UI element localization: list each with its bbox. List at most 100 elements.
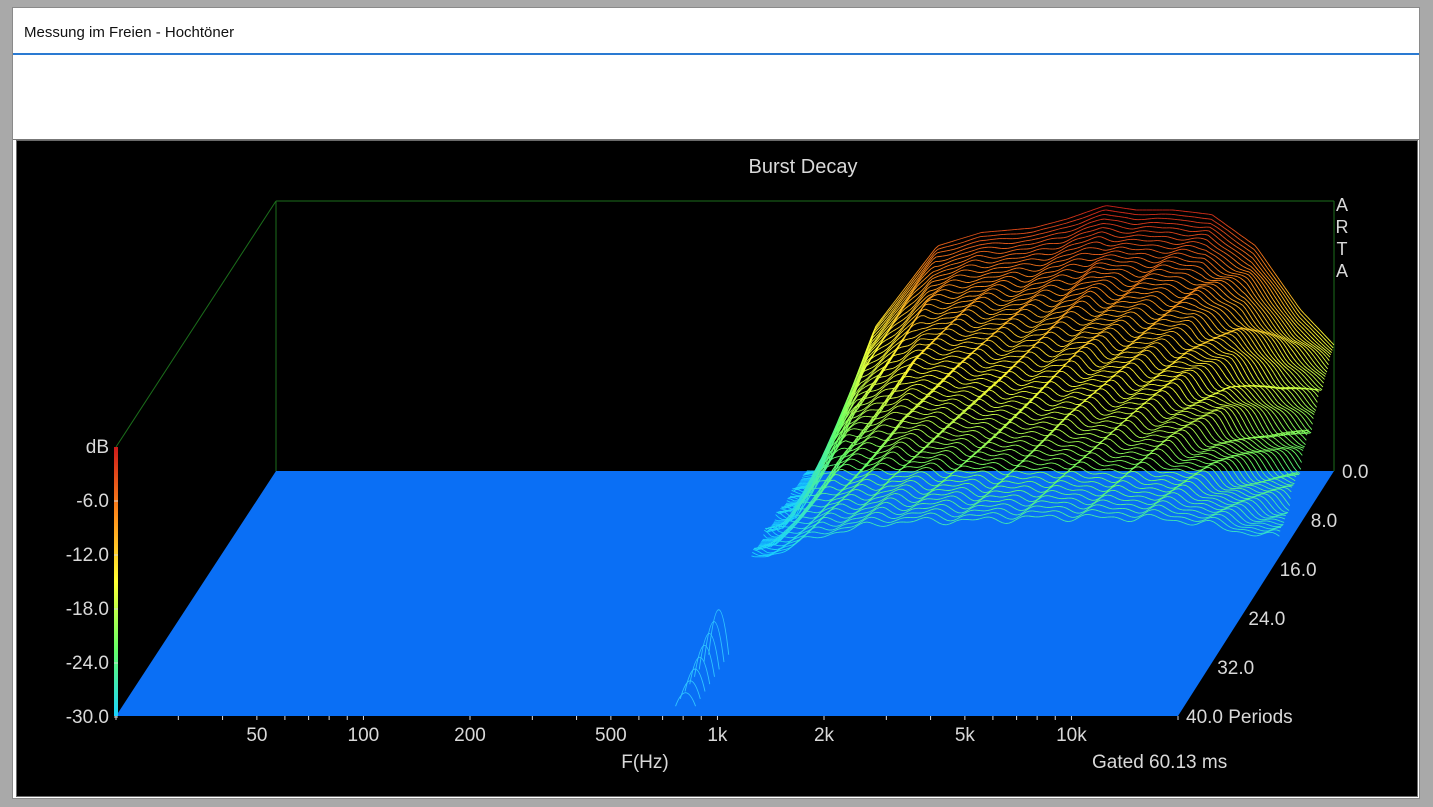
waterfall-slice-segment <box>1267 284 1272 291</box>
waterfall-slice-segment <box>1179 335 1184 340</box>
waterfall-slice-segment <box>860 391 865 395</box>
waterfall-slice-segment <box>965 247 970 250</box>
waterfall-slice-segment <box>987 298 992 301</box>
waterfall-slice-segment <box>1144 235 1149 237</box>
waterfall-slice-segment <box>1116 317 1120 321</box>
waterfall-slice-segment <box>1230 252 1235 256</box>
waterfall-slice-segment <box>936 299 940 302</box>
waterfall-slice-segment <box>1312 344 1317 348</box>
waterfall-slice-segment <box>1254 266 1259 271</box>
waterfall-slice-segment <box>925 326 930 329</box>
waterfall-slice-segment <box>1250 282 1255 289</box>
waterfall-slice-segment <box>888 336 893 339</box>
waterfall-slice-segment <box>1287 365 1292 369</box>
waterfall-slice-segment <box>1195 246 1200 249</box>
waterfall-slice-segment <box>1125 321 1130 325</box>
waterfall-slice-segment <box>991 340 996 345</box>
waterfall-slice-segment <box>1316 345 1321 349</box>
waterfall-slice-segment <box>1119 207 1124 209</box>
waterfall-slice-segment <box>954 355 959 358</box>
waterfall-slice-segment <box>1054 285 1058 288</box>
waterfall-slice-segment <box>1141 287 1146 290</box>
waterfall-slice-segment <box>943 265 948 269</box>
waterfall-slice-segment <box>965 335 969 337</box>
waterfall-slice-segment <box>1094 271 1099 274</box>
waterfall-slice-segment <box>1089 281 1094 283</box>
waterfall-slice-segment <box>1039 228 1044 231</box>
waterfall-slice-segment <box>1121 216 1125 218</box>
waterfall-slice-segment <box>1027 297 1031 300</box>
waterfall-slice-segment <box>1313 323 1318 328</box>
waterfall-slice-segment <box>1072 219 1077 222</box>
waterfall-slice-segment <box>1159 261 1164 265</box>
waterfall-slice-segment <box>1149 266 1154 269</box>
waterfall-slice-segment <box>1023 337 1027 340</box>
waterfall-slice-segment <box>1239 356 1244 362</box>
waterfall-slice-segment <box>800 485 804 488</box>
waterfall-slice-segment <box>1218 294 1223 299</box>
waterfall-slice-segment <box>1097 256 1102 259</box>
waterfall-slice-segment <box>1297 370 1302 375</box>
waterfall-slice-segment <box>1193 241 1197 243</box>
waterfall-slice-segment <box>1080 293 1085 297</box>
waterfall-slice-segment <box>1082 270 1087 273</box>
waterfall-slice-segment <box>1030 280 1034 284</box>
waterfall-slice-segment <box>1033 230 1037 233</box>
waterfall-slice-segment <box>1111 323 1115 326</box>
waterfall-slice-segment <box>986 287 991 290</box>
waterfall-slice-segment <box>1227 343 1232 348</box>
waterfall-slice-segment <box>1049 278 1053 281</box>
waterfall-slice-segment <box>1213 245 1218 249</box>
waterfall-slice-segment <box>1293 304 1298 310</box>
waterfall-slice-segment <box>1188 249 1192 252</box>
waterfall-slice-segment <box>954 344 958 347</box>
waterfall-slice-segment <box>986 353 991 358</box>
waterfall-slice-segment <box>1293 402 1298 407</box>
waterfall-slice-segment <box>1286 368 1291 372</box>
waterfall-slice-segment <box>1281 371 1286 378</box>
waterfall-slice-segment <box>1211 294 1216 299</box>
waterfall-slice-segment <box>1307 410 1312 413</box>
waterfall-slice-segment <box>1235 357 1240 363</box>
waterfall-slice-segment <box>1071 282 1076 285</box>
waterfall-slice-segment <box>1298 367 1303 371</box>
waterfall-slice-segment <box>1187 238 1192 241</box>
waterfall-slice-segment <box>995 336 1000 339</box>
waterfall-slice-segment <box>1108 214 1112 217</box>
waterfall-slice-segment <box>1210 299 1215 304</box>
waterfall-slice-segment <box>1010 282 1015 286</box>
waterfall-slice-segment <box>1099 305 1104 309</box>
waterfall-slice-segment <box>1183 242 1187 244</box>
waterfall-slice-segment <box>1238 342 1243 348</box>
waterfall-slice-segment <box>963 292 968 295</box>
waterfall-slice-segment <box>1095 227 1100 231</box>
waterfall-slice-segment <box>941 243 946 246</box>
waterfall-slice-segment <box>1295 410 1299 414</box>
waterfall-slice-segment <box>1197 338 1202 342</box>
waterfall-slice-segment <box>1208 291 1213 295</box>
waterfall-slice-segment <box>865 368 870 371</box>
waterfall-slice-segment <box>1071 311 1075 313</box>
waterfall-slice-segment <box>1209 334 1214 338</box>
waterfall-slice-segment <box>1282 367 1287 373</box>
waterfall-slice-segment <box>966 330 970 333</box>
waterfall-slice-segment <box>1014 296 1019 299</box>
waterfall-slice-segment <box>1059 255 1064 258</box>
waterfall-slice-segment <box>1211 218 1215 222</box>
waterfall-slice-segment <box>1131 218 1135 220</box>
waterfall-slice-segment <box>1232 277 1237 281</box>
waterfall-slice-segment <box>1003 251 1008 254</box>
waterfall-slice-segment <box>1238 307 1243 312</box>
waterfall-slice-segment <box>1150 317 1155 320</box>
waterfall-slice-segment <box>1268 379 1273 385</box>
waterfall-slice-segment <box>1234 290 1239 295</box>
waterfall-slice-segment <box>1123 284 1128 287</box>
waterfall-slice-segment <box>1085 324 1090 327</box>
waterfall-slice-segment <box>1274 348 1279 355</box>
waterfall-slice-segment <box>1155 304 1160 308</box>
waterfall-slice-segment <box>1300 309 1305 315</box>
waterfall-slice-segment <box>1153 295 1157 298</box>
waterfall-slice-segment <box>1158 251 1163 254</box>
waterfall-slice-segment <box>1210 304 1214 307</box>
waterfall-slice-segment <box>1124 276 1128 280</box>
